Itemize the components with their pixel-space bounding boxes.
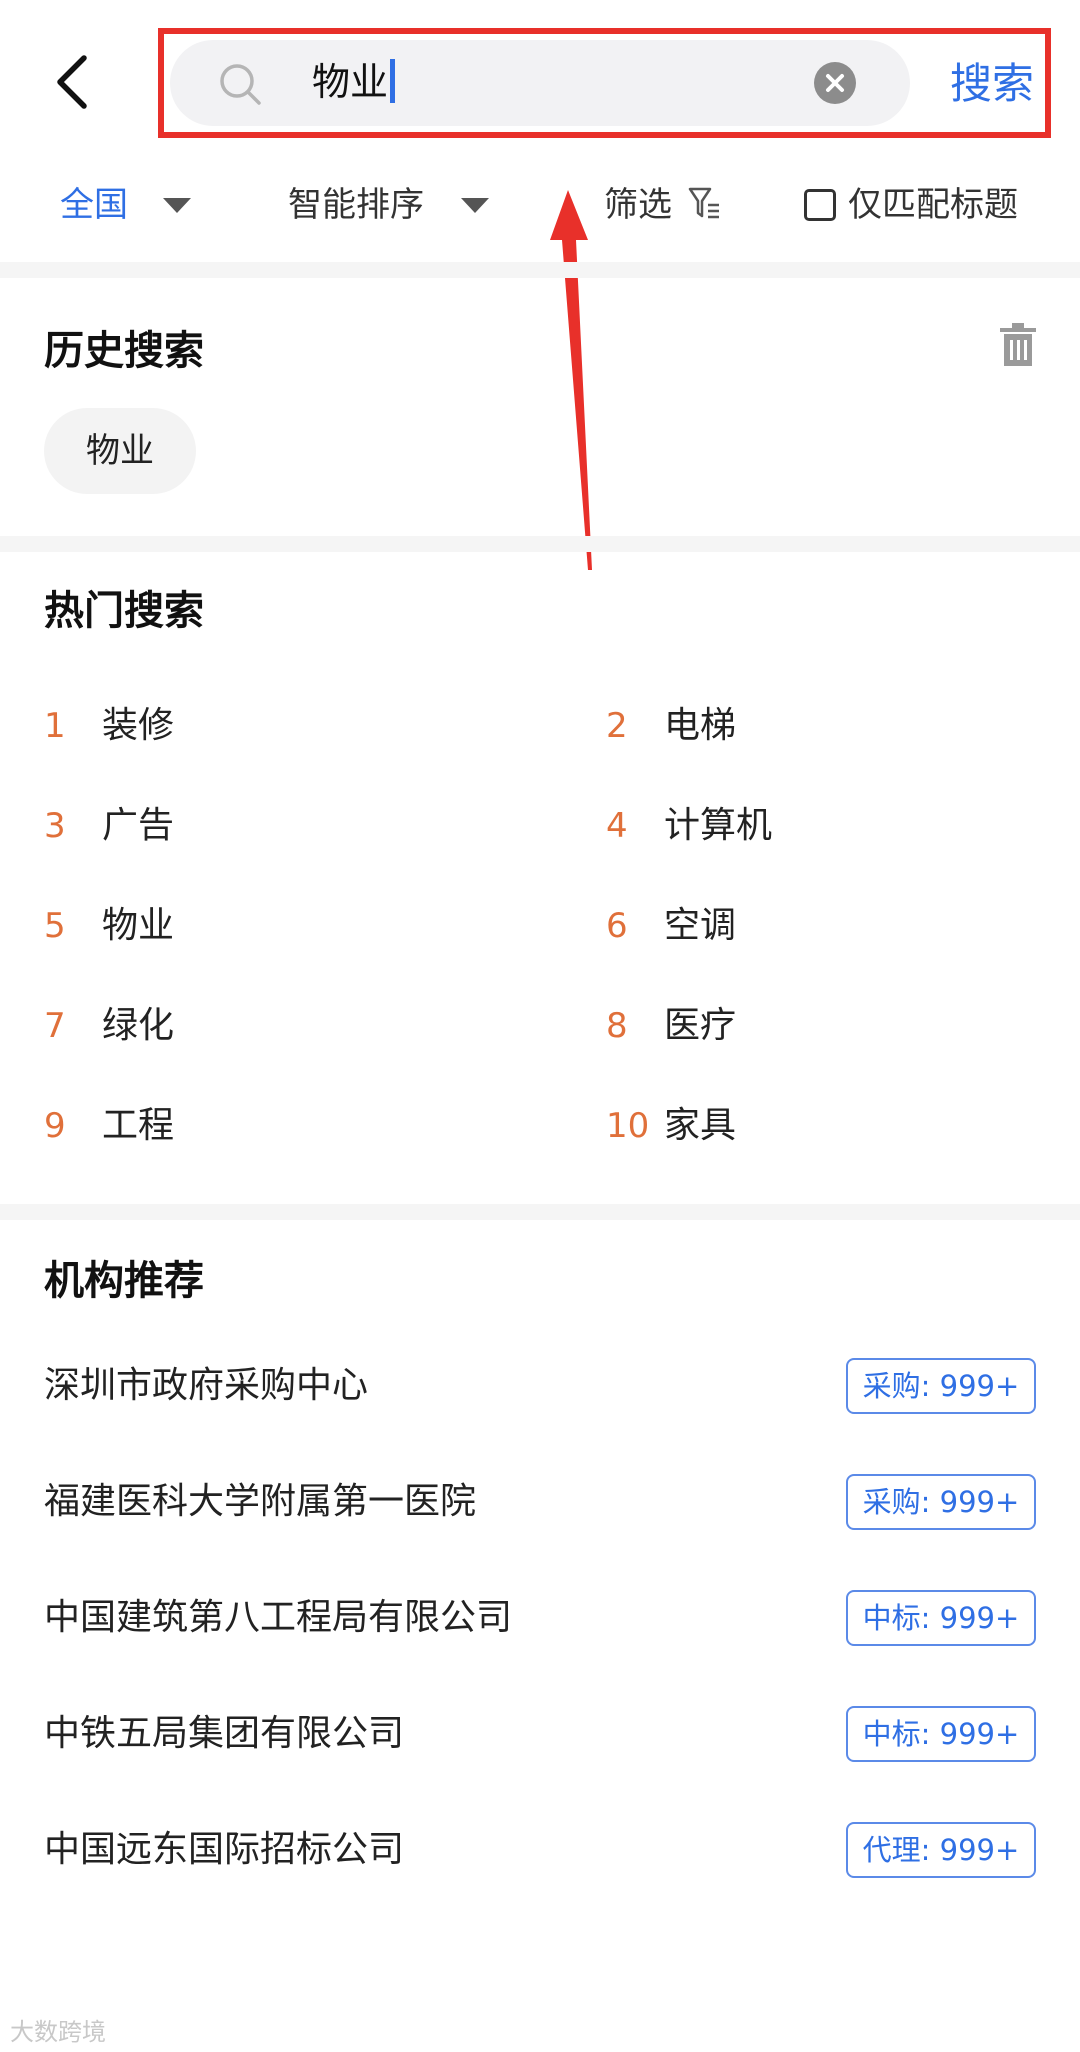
org-tag[interactable]: 采购: 999+ (846, 1358, 1036, 1414)
org-row[interactable]: 中国建筑第八工程局有限公司 中标: 999+ (0, 1588, 1080, 1648)
section-divider (0, 1204, 1080, 1220)
org-row[interactable]: 中铁五局集团有限公司 中标: 999+ (0, 1704, 1080, 1764)
sort-dropdown-icon (461, 198, 489, 213)
org-name: 福建医科大学附属第一医院 (44, 1481, 477, 1522)
search-icon (218, 62, 262, 106)
hot-label: 医疗 (664, 1005, 737, 1046)
search-button[interactable]: 搜索 (950, 52, 1034, 116)
filter-bar: 全国 智能排序 筛选 仅匹配标题 (0, 170, 1080, 260)
org-tag[interactable]: 采购: 999+ (846, 1474, 1036, 1530)
hot-rank: 6 (606, 906, 628, 946)
filter-funnel-icon (688, 187, 719, 219)
hot-rank: 5 (44, 906, 66, 946)
hot-rank: 8 (606, 1006, 628, 1046)
hot-label: 计算机 (664, 805, 773, 846)
trash-icon[interactable] (998, 322, 1038, 368)
org-row[interactable]: 深圳市政府采购中心 采购: 999+ (0, 1356, 1080, 1416)
sort-filter[interactable]: 智能排序 (288, 170, 424, 240)
watermark: 大数跨境 (10, 2018, 106, 2046)
org-row[interactable]: 中国远东国际招标公司 代理: 999+ (0, 1820, 1080, 1880)
hot-label: 空调 (664, 905, 737, 946)
hot-label: 电梯 (664, 705, 737, 746)
search-input-value: 物业 (312, 60, 389, 104)
org-name: 中国远东国际招标公司 (44, 1829, 405, 1870)
section-divider (0, 262, 1080, 278)
hot-rank: 10 (606, 1106, 650, 1146)
search-page: { "header": { "search_value": "物业", "sea… (0, 0, 1080, 2052)
hot-rank: 4 (606, 806, 628, 846)
hot-rank: 9 (44, 1106, 66, 1146)
sort-filter-label: 智能排序 (288, 185, 424, 225)
back-arrow-icon[interactable] (48, 50, 108, 114)
hot-rank: 1 (44, 706, 66, 746)
hot-rank: 7 (44, 1006, 66, 1046)
hot-label: 物业 (102, 905, 175, 946)
hot-rank: 3 (44, 806, 66, 846)
search-header: 物业 搜索 (0, 0, 1080, 160)
org-tag[interactable]: 代理: 999+ (846, 1822, 1036, 1878)
clear-icon[interactable] (814, 62, 856, 104)
hot-label: 广告 (102, 805, 175, 846)
hot-label: 装修 (102, 705, 175, 746)
title-only-label[interactable]: 仅匹配标题 (848, 170, 1018, 240)
hot-label: 绿化 (102, 1005, 175, 1046)
hot-label: 工程 (102, 1105, 175, 1146)
text-caret (390, 59, 396, 103)
region-dropdown-icon (163, 198, 191, 213)
org-name: 深圳市政府采购中心 (44, 1365, 369, 1406)
org-tag[interactable]: 中标: 999+ (846, 1706, 1036, 1762)
hot-rank: 2 (606, 706, 628, 746)
screen-filter[interactable]: 筛选 (604, 170, 672, 240)
org-row[interactable]: 福建医科大学附属第一医院 采购: 999+ (0, 1472, 1080, 1532)
orgs-title: 机构推荐 (44, 1258, 204, 1304)
org-tag[interactable]: 中标: 999+ (846, 1590, 1036, 1646)
org-name: 中国建筑第八工程局有限公司 (44, 1597, 513, 1638)
hot-title: 热门搜索 (44, 588, 204, 634)
title-only-checkbox[interactable] (804, 189, 836, 221)
org-name: 中铁五局集团有限公司 (44, 1713, 405, 1754)
region-filter-label: 全国 (60, 185, 128, 225)
history-title: 历史搜索 (44, 328, 204, 374)
region-filter[interactable]: 全国 (60, 170, 128, 240)
hot-label: 家具 (664, 1105, 737, 1146)
screen-filter-label: 筛选 (604, 185, 672, 225)
search-field[interactable]: 物业 (170, 40, 910, 126)
search-input[interactable]: 物业 (312, 54, 396, 110)
section-divider (0, 536, 1080, 552)
history-chip[interactable]: 物业 (44, 408, 196, 494)
